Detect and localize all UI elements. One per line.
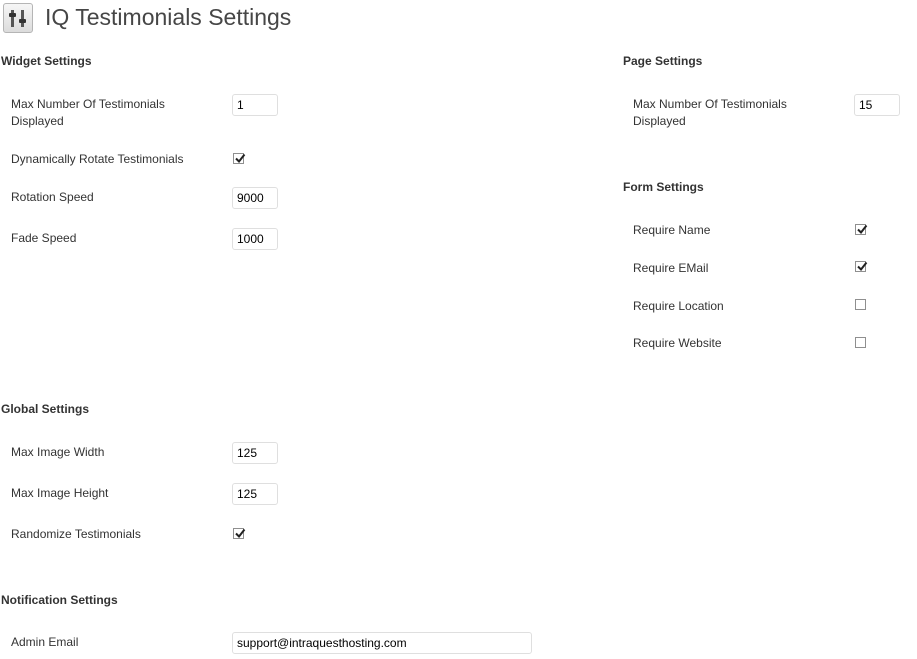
page-settings-heading: Page Settings <box>623 54 703 68</box>
rotate-testimonials-checkbox[interactable] <box>233 153 246 164</box>
rotate-testimonials-label: Dynamically Rotate Testimonials <box>11 152 184 166</box>
max-image-width-input[interactable] <box>232 442 278 464</box>
page-title: IQ Testimonials Settings <box>45 4 292 30</box>
require-name-checkbox[interactable] <box>855 224 868 235</box>
admin-email-input[interactable] <box>232 632 532 654</box>
require-website-checkbox[interactable] <box>855 337 866 348</box>
max-image-height-input[interactable] <box>232 483 278 505</box>
global-settings-heading: Global Settings <box>1 402 90 416</box>
randomize-testimonials-checkbox[interactable] <box>233 528 246 539</box>
form-settings-heading: Form Settings <box>623 180 704 194</box>
widget-settings-heading: Widget Settings <box>1 54 92 68</box>
rotation-speed-label: Rotation Speed <box>11 190 94 204</box>
require-location-checkbox[interactable] <box>855 299 866 310</box>
max-image-height-label: Max Image Height <box>11 486 109 500</box>
require-email-checkbox[interactable] <box>855 261 868 272</box>
checkmark-icon <box>235 153 246 164</box>
widget-max-number-input[interactable] <box>232 94 278 116</box>
notification-settings-heading: Notification Settings <box>1 593 118 607</box>
fade-speed-label: Fade Speed <box>11 231 77 245</box>
page-max-number-label: Max Number Of Testimonials Displayed <box>633 97 787 128</box>
widget-max-number-label: Max Number Of Testimonials Displayed <box>11 97 165 128</box>
max-image-width-label: Max Image Width <box>11 445 105 459</box>
admin-email-label: Admin Email <box>11 635 79 649</box>
fade-speed-input[interactable] <box>232 228 278 250</box>
checkmark-icon <box>857 261 868 272</box>
page-max-number-input[interactable] <box>854 94 900 116</box>
require-website-label: Require Website <box>633 336 722 350</box>
require-name-label: Require Name <box>633 223 711 237</box>
checkmark-icon <box>235 528 246 539</box>
require-email-label: Require EMail <box>633 261 709 275</box>
randomize-testimonials-label: Randomize Testimonials <box>11 527 141 541</box>
checkmark-icon <box>857 224 868 235</box>
rotation-speed-input[interactable] <box>232 187 278 209</box>
require-location-label: Require Location <box>633 299 724 313</box>
settings-sliders-icon <box>3 3 33 33</box>
